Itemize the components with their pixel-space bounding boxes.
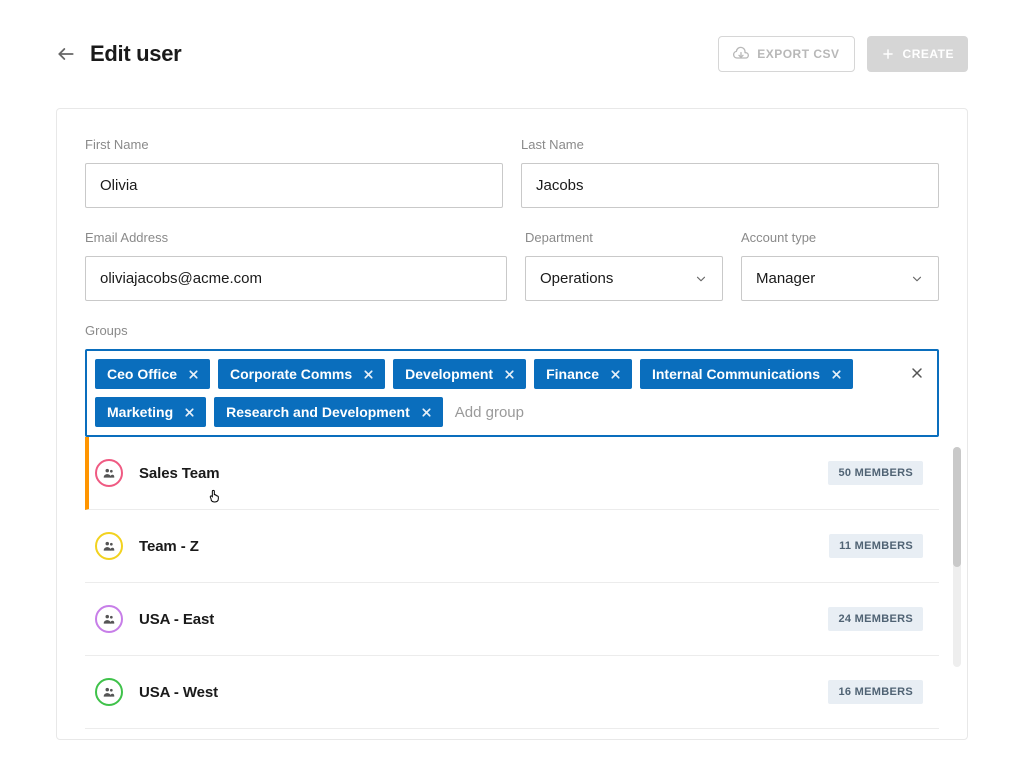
- users-icon: [95, 678, 123, 706]
- first-name-input[interactable]: [85, 163, 503, 208]
- chip-remove-icon[interactable]: [830, 368, 843, 381]
- department-label: Department: [525, 230, 723, 245]
- last-name-input[interactable]: [521, 163, 939, 208]
- members-badge: 16 MEMBERS: [828, 680, 923, 704]
- chip-label: Corporate Comms: [230, 366, 352, 382]
- group-option-name: Team - Z: [139, 538, 199, 555]
- group-chip: Corporate Comms: [218, 359, 385, 389]
- groups-chip-input[interactable]: Ceo Office Corporate Comms Development Fina…: [85, 349, 939, 437]
- export-label: EXPORT CSV: [757, 47, 839, 61]
- chip-remove-icon[interactable]: [362, 368, 375, 381]
- chip-remove-icon[interactable]: [187, 368, 200, 381]
- chip-remove-icon[interactable]: [183, 406, 196, 419]
- group-option-name: USA - West: [139, 684, 218, 701]
- group-option-name: USA - East: [139, 611, 214, 628]
- export-csv-button[interactable]: EXPORT CSV: [718, 36, 854, 72]
- edit-user-form: First Name Last Name Email Address Depar…: [56, 108, 968, 740]
- chip-label: Internal Communications: [652, 366, 820, 382]
- email-field: Email Address: [85, 230, 507, 301]
- chip-remove-icon[interactable]: [420, 406, 433, 419]
- department-select[interactable]: Operations: [525, 256, 723, 301]
- chevron-down-icon: [910, 272, 924, 286]
- group-chip: Finance: [534, 359, 632, 389]
- page-title: Edit user: [90, 41, 181, 67]
- chip-remove-icon[interactable]: [503, 368, 516, 381]
- group-chip: Development: [393, 359, 526, 389]
- group-chip: Research and Development: [214, 397, 443, 427]
- last-name-field: Last Name: [521, 137, 939, 208]
- department-value: Operations: [540, 270, 613, 287]
- account-type-value: Manager: [756, 270, 815, 287]
- group-option[interactable]: Sales Team 50 MEMBERS: [85, 437, 939, 510]
- group-option[interactable]: USA - West 16 MEMBERS: [85, 656, 939, 729]
- group-chip: Marketing: [95, 397, 206, 427]
- email-input[interactable]: [85, 256, 507, 301]
- plus-icon: [881, 47, 895, 61]
- users-icon: [95, 532, 123, 560]
- account-type-field: Account type Manager: [741, 230, 939, 301]
- last-name-label: Last Name: [521, 137, 939, 152]
- members-badge: 11 MEMBERS: [829, 534, 923, 558]
- group-option-name: Sales Team: [139, 465, 219, 482]
- chip-label: Finance: [546, 366, 599, 382]
- account-type-label: Account type: [741, 230, 939, 245]
- chip-label: Ceo Office: [107, 366, 177, 382]
- chevron-down-icon: [694, 272, 708, 286]
- page-header: Edit user EXPORT CSV CREATE: [56, 36, 968, 72]
- members-badge: 24 MEMBERS: [828, 607, 923, 631]
- members-badge: 50 MEMBERS: [828, 461, 923, 485]
- create-label: CREATE: [903, 47, 954, 61]
- first-name-field: First Name: [85, 137, 503, 208]
- cloud-download-icon: [733, 46, 749, 62]
- chip-remove-icon[interactable]: [609, 368, 622, 381]
- dropdown-scrollbar[interactable]: [953, 447, 961, 667]
- account-type-select[interactable]: Manager: [741, 256, 939, 301]
- chip-label: Research and Development: [226, 404, 410, 420]
- create-button[interactable]: CREATE: [867, 36, 968, 72]
- chip-label: Marketing: [107, 404, 173, 420]
- group-chip: Ceo Office: [95, 359, 210, 389]
- chip-label: Development: [405, 366, 493, 382]
- clear-all-icon[interactable]: [909, 365, 925, 381]
- users-icon: [95, 459, 123, 487]
- group-chip: Internal Communications: [640, 359, 853, 389]
- add-group-input[interactable]: Add group: [451, 398, 528, 427]
- group-option[interactable]: Team - Z 11 MEMBERS: [85, 510, 939, 583]
- department-field: Department Operations: [525, 230, 723, 301]
- users-icon: [95, 605, 123, 633]
- groups-label: Groups: [85, 323, 939, 338]
- first-name-label: First Name: [85, 137, 503, 152]
- groups-dropdown: Sales Team 50 MEMBERS Team - Z 11 MEMBERS US…: [85, 437, 939, 729]
- scrollbar-thumb[interactable]: [953, 447, 961, 567]
- group-option[interactable]: USA - East 24 MEMBERS: [85, 583, 939, 656]
- back-arrow-icon[interactable]: [56, 44, 76, 64]
- email-label: Email Address: [85, 230, 507, 245]
